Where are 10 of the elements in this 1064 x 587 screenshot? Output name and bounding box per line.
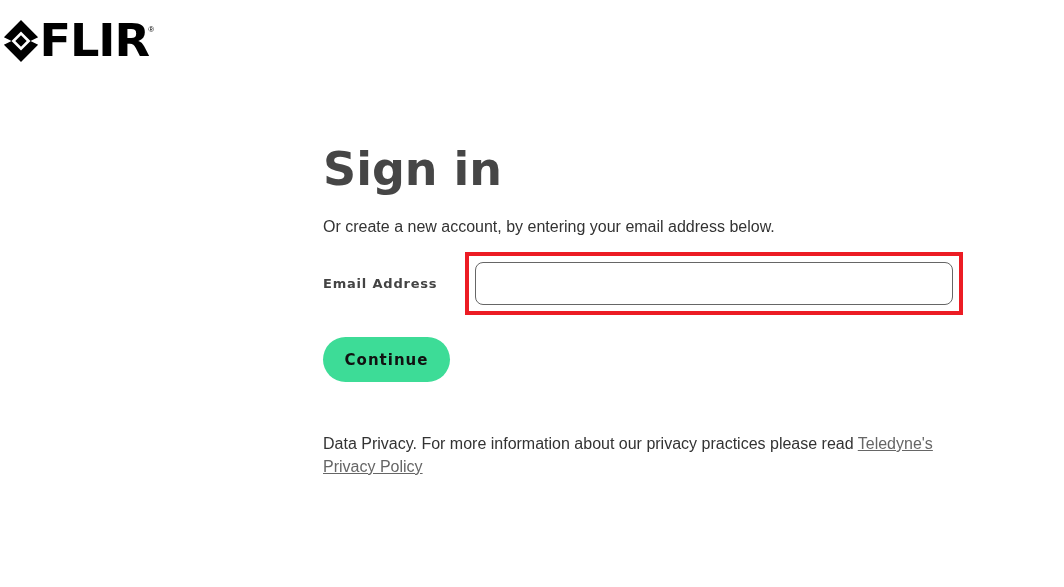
privacy-policy-link[interactable]: Teledyne's — [857, 435, 933, 452]
diamond-logo-icon — [2, 19, 40, 63]
field-label: Email Address — [323, 276, 439, 291]
privacy-policy-link[interactable]: Privacy Policy — [323, 458, 423, 475]
logo: FLIR$^{®}$ — [2, 19, 155, 63]
page-title: Sign in — [323, 142, 504, 196]
continue-button[interactable]: Continue — [323, 337, 450, 382]
email-field[interactable] — [475, 262, 953, 305]
privacy-text: Data Privacy. For more information about our privacy practices please read Teledyne's Privacy Policy — [323, 434, 934, 477]
instruction-text: Or create a new account, by entering your email address below. — [323, 218, 776, 236]
